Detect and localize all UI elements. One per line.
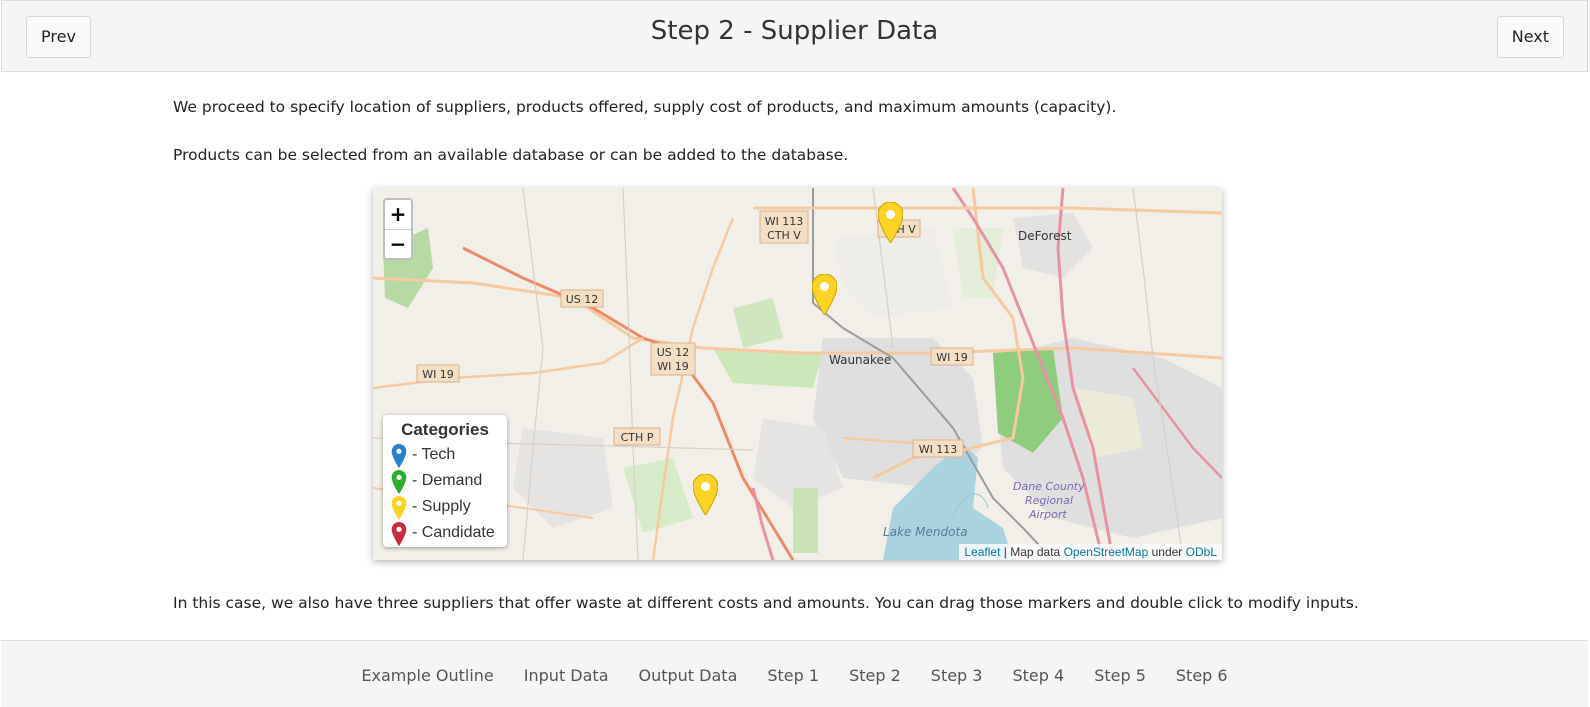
legend-label-demand: - Demand [412, 472, 483, 489]
footer-link-step-3[interactable]: Step 3 [931, 666, 983, 685]
odbl-link[interactable]: ODbL [1186, 545, 1217, 559]
legend-title: Categories [401, 420, 489, 439]
footer-nav: Example Outline Input Data Output Data S… [1, 666, 1588, 685]
place-label-airport-2: Regional [1025, 494, 1073, 507]
road-label-wi113-south: WI 113 [919, 443, 958, 456]
footer-link-input-data[interactable]: Input Data [524, 666, 609, 685]
road-label-us12-west: US 12 [566, 293, 599, 306]
openstreetmap-link[interactable]: OpenStreetMap [1064, 545, 1149, 559]
supply-marker-waunakee[interactable] [812, 274, 837, 315]
page-header: Prev Step 2 - Supplier Data Next [1, 0, 1588, 72]
legend-label-tech: - Tech [412, 446, 456, 463]
place-label-airport-3: Airport [1028, 508, 1067, 521]
place-label-lake-mendota: Lake Mendota [883, 525, 968, 539]
candidate-marker-icon [391, 522, 407, 546]
leaflet-link[interactable]: Leaflet [964, 545, 1000, 559]
road-label-us12-center: US 12 [657, 346, 690, 359]
road-label-wi19-east: WI 19 [936, 351, 968, 364]
page-footer: Example Outline Input Data Output Data S… [1, 640, 1588, 707]
zoom-control: + − [383, 198, 413, 260]
place-label-waunakee: Waunakee [829, 353, 891, 367]
intro-paragraph: We proceed to specify location of suppli… [173, 98, 1117, 116]
footer-link-step-5[interactable]: Step 5 [1094, 666, 1146, 685]
footer-link-step-2[interactable]: Step 2 [849, 666, 901, 685]
supply-marker-south[interactable] [693, 474, 718, 515]
suppliers-paragraph: In this case, we also have three supplie… [173, 594, 1359, 612]
footer-link-step-6[interactable]: Step 6 [1176, 666, 1228, 685]
place-label-airport-1: Dane County [1013, 480, 1085, 493]
road-label-cthv-north: CTH V [767, 229, 801, 242]
footer-link-example-outline[interactable]: Example Outline [361, 666, 493, 685]
map-attribution: Leaflet | Map data OpenStreetMap under O… [959, 544, 1222, 560]
legend-label-supply: - Supply [412, 498, 471, 515]
zoom-in-button[interactable]: + [385, 200, 411, 229]
place-label-deforest: DeForest [1018, 229, 1072, 243]
map-view[interactable]: WI 113 CTH V US 12 WI 19 CTH P US 12 WI … [373, 188, 1222, 560]
legend-label-candidate: - Candidate [412, 524, 495, 541]
page-title: Step 2 - Supplier Data [650, 16, 939, 46]
attribution-under: under [1148, 545, 1186, 559]
database-paragraph: Products can be selected from an availab… [173, 146, 849, 164]
tech-marker-icon [391, 444, 407, 468]
next-button[interactable]: Next [1496, 16, 1564, 58]
attribution-sep: | Map data [1000, 545, 1064, 559]
footer-link-step-4[interactable]: Step 4 [1012, 666, 1064, 685]
supply-marker-north[interactable] [878, 202, 903, 243]
supply-marker-icon [391, 496, 407, 520]
road-label-wi19-center: WI 19 [657, 360, 689, 373]
road-label-wi19-west: WI 19 [422, 368, 454, 381]
footer-link-step-1[interactable]: Step 1 [767, 666, 819, 685]
road-label-wi113-north: WI 113 [765, 215, 804, 228]
footer-link-output-data[interactable]: Output Data [639, 666, 738, 685]
map-legend: Categories - Tech - Demand - Supply - Ca… [383, 415, 507, 547]
demand-marker-icon [391, 470, 407, 494]
road-label-cthp: CTH P [621, 431, 654, 444]
zoom-out-button[interactable]: − [385, 229, 411, 258]
